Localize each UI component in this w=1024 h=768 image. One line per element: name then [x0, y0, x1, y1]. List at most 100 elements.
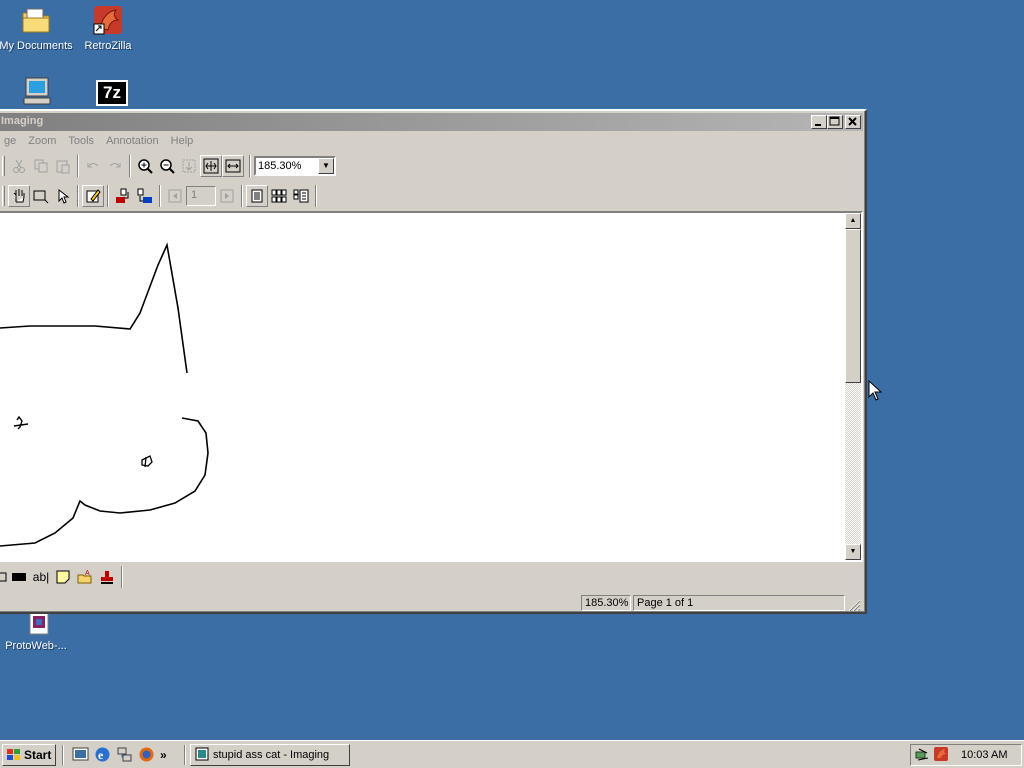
undo-button[interactable] — [82, 155, 104, 177]
cut-button[interactable] — [8, 155, 30, 177]
menu-page[interactable]: ge — [0, 133, 22, 151]
menu-bar: ge Zoom Tools Annotation Help — [0, 133, 199, 151]
next-page-button[interactable] — [216, 185, 238, 207]
menu-zoom[interactable]: Zoom — [22, 133, 62, 151]
imaging-app-icon — [195, 747, 209, 764]
status-bar: 185.30% Page 1 of 1 — [0, 594, 863, 612]
scroll-up-button[interactable]: ▲ — [845, 213, 861, 229]
image-canvas[interactable]: ▲ ▼ — [0, 211, 863, 562]
quicklaunch-more-button[interactable]: » — [160, 748, 167, 762]
retrozilla-dragon-icon — [92, 4, 124, 36]
chevron-down-icon[interactable]: ▼ — [318, 158, 334, 174]
desktop-icon-my-documents[interactable]: My Documents — [0, 4, 74, 52]
toolbar-separator — [315, 185, 317, 207]
desktop-icon-label: ProtoWeb-... — [5, 640, 67, 652]
maximize-button[interactable] — [827, 115, 843, 129]
copy-button[interactable] — [30, 155, 52, 177]
toolbar-separator — [107, 185, 109, 207]
show-desktop-icon[interactable] — [72, 746, 89, 763]
imaging-toolbar: 1 — [0, 183, 320, 209]
toolbar-separator — [159, 185, 161, 207]
redo-button[interactable] — [104, 155, 126, 177]
start-label: Start — [24, 748, 52, 762]
cat-drawing — [0, 242, 209, 547]
retrozilla-tray-icon[interactable] — [933, 746, 949, 765]
page-number-field[interactable]: 1 — [186, 186, 216, 206]
zoom-out-button[interactable] — [156, 155, 178, 177]
rotate-right-button[interactable] — [134, 185, 156, 207]
task-button-imaging[interactable]: stupid ass cat - Imaging — [190, 744, 350, 766]
zoom-to-selection-button[interactable] — [178, 155, 200, 177]
zoom-combo-value: 185.30% — [258, 160, 302, 172]
svg-text:A: A — [85, 570, 90, 577]
rotate-left-button[interactable] — [112, 185, 134, 207]
toolbar-separator — [249, 155, 251, 177]
desktop-icon-my-computer[interactable] — [0, 76, 74, 112]
firefox-icon[interactable] — [138, 746, 155, 763]
window-titlebar[interactable]: Imaging — [0, 113, 863, 131]
thumbnail-view-button[interactable] — [268, 185, 290, 207]
menu-help[interactable]: Help — [165, 133, 200, 151]
previous-page-button[interactable] — [164, 185, 186, 207]
text-from-file-button[interactable]: A — [74, 566, 96, 588]
toolbar-separator — [77, 185, 79, 207]
close-button[interactable] — [845, 115, 861, 129]
my-documents-folder-icon — [20, 4, 52, 36]
desktop-icon-label: My Documents — [0, 40, 73, 52]
taskbar-separator — [184, 745, 186, 765]
mouse-cursor-icon — [868, 379, 883, 405]
status-page: Page 1 of 1 — [633, 595, 845, 611]
resize-grip-icon[interactable] — [847, 598, 861, 612]
fit-to-width-button[interactable] — [222, 155, 244, 177]
desktop-icon-7zip[interactable]: 7z — [74, 80, 150, 110]
hollow-rectangle-button[interactable] — [0, 566, 8, 588]
network-icon[interactable] — [116, 746, 133, 763]
taskbar-separator — [62, 745, 64, 765]
text-tool-button[interactable]: ab| — [30, 566, 52, 588]
annotation-selection-button[interactable] — [52, 185, 74, 207]
windows-logo-icon — [6, 748, 22, 762]
network-tray-icon[interactable] — [915, 746, 931, 765]
one-page-view-button[interactable] — [246, 185, 268, 207]
7zip-icon: 7z — [96, 80, 128, 106]
task-button-label: stupid ass cat - Imaging — [213, 749, 330, 761]
vertical-scrollbar[interactable]: ▲ ▼ — [845, 213, 861, 560]
toolbar-grip[interactable] — [2, 156, 5, 176]
quick-launch: e » — [72, 746, 167, 763]
clock: 10:03 AM — [961, 749, 1008, 761]
scroll-down-button[interactable]: ▼ — [845, 544, 861, 560]
menu-annotation[interactable]: Annotation — [100, 133, 165, 151]
minimize-button[interactable] — [811, 115, 827, 129]
window-title: Imaging — [1, 115, 44, 127]
imaging-window: Imaging ge Zoom Tools Annotation Help 18… — [0, 109, 867, 614]
menu-tools[interactable]: Tools — [62, 133, 100, 151]
taskbar: Start e » stupid ass cat - Imaging 10:03… — [0, 740, 1024, 768]
zoom-combo[interactable]: 185.30% ▼ — [254, 156, 336, 176]
text-tool-label: ab| — [32, 570, 50, 584]
paste-button[interactable] — [52, 155, 74, 177]
svg-text:e: e — [98, 748, 104, 762]
zoom-in-button[interactable] — [134, 155, 156, 177]
desktop-icon-protoweb[interactable]: ProtoWeb-... — [0, 610, 74, 652]
status-zoom: 185.30% — [581, 595, 631, 611]
scroll-thumb[interactable] — [845, 229, 861, 383]
filled-rectangle-button[interactable] — [8, 566, 30, 588]
rubber-stamp-button[interactable] — [96, 566, 118, 588]
my-computer-icon — [20, 76, 52, 108]
7zip-glyph: 7z — [103, 83, 121, 102]
toolbar-grip[interactable] — [2, 186, 5, 206]
internet-explorer-icon[interactable]: e — [94, 746, 111, 763]
annotation-toolbar-toggle-button[interactable] — [82, 185, 104, 207]
desktop-icon-label: RetroZilla — [84, 40, 132, 52]
start-button[interactable]: Start — [2, 744, 56, 766]
toolbar-separator — [129, 155, 131, 177]
system-tray: 10:03 AM — [910, 744, 1022, 766]
page-and-thumbnails-view-button[interactable] — [290, 185, 312, 207]
drag-hand-button[interactable] — [8, 185, 30, 207]
desktop-icon-retrozilla[interactable]: RetroZilla — [70, 4, 146, 52]
select-image-button[interactable] — [30, 185, 52, 207]
toolbar-separator — [121, 566, 123, 588]
best-fit-button[interactable] — [200, 155, 222, 177]
attach-a-note-button[interactable] — [52, 566, 74, 588]
standard-toolbar: 185.30% ▼ — [0, 153, 336, 179]
